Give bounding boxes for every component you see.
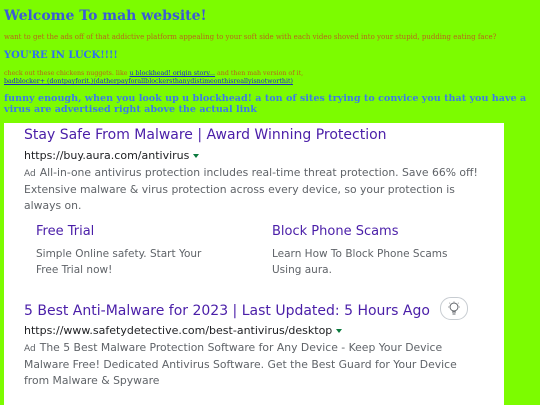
nuggets-prefix: check out these chickens nuggets. like: [4, 70, 130, 77]
origin-story-link[interactable]: u blockhead! origin story...: [130, 70, 216, 77]
ad-badge: Ad: [24, 169, 36, 179]
badblocker-link[interactable]: badblocker+ (dontpayforit.)(datherpayfor…: [4, 78, 293, 85]
sitelink-free-trial-desc: Simple Online safety. Start Your Free Tr…: [36, 248, 202, 276]
chevron-down-icon[interactable]: [193, 154, 200, 158]
nuggets-paragraph: check out these chickens nuggets. like u…: [4, 70, 304, 86]
ad1-desc-text: All-in-one antivirus protection includes…: [24, 166, 478, 212]
ad1-url[interactable]: https://buy.aura.com/antivirus: [24, 149, 200, 162]
ad2-description: Ad The 5 Best Malware Protection Software…: [24, 340, 479, 389]
ad2-url[interactable]: https://www.safetydetective.com/best-ant…: [24, 324, 343, 337]
ad1-url-text: https://buy.aura.com/antivirus: [24, 149, 190, 162]
lightbulb-icon: [448, 301, 460, 314]
luck-heading: YOU'RE IN LUCK!!!!: [4, 50, 118, 61]
page-title: Welcome To mah website!: [4, 8, 207, 24]
sitelink-block-phone-scams-desc: Learn How To Block Phone Scams Using aur…: [272, 248, 448, 276]
chevron-down-icon[interactable]: [336, 329, 343, 333]
sitelink-free-trial[interactable]: Free Trial: [36, 224, 94, 239]
lightbulb-button[interactable]: [440, 297, 468, 320]
ad2-title-link[interactable]: 5 Best Anti-Malware for 2023 | Last Upda…: [24, 303, 430, 319]
ad1-description: Ad All-in-one antivirus protection includ…: [24, 165, 479, 214]
ad1-title-link[interactable]: Stay Safe From Malware | Award Winning P…: [24, 127, 387, 143]
ad-badge: Ad: [24, 344, 36, 354]
nuggets-mid: and then mah version of it,: [215, 70, 304, 77]
funny-heading: funny enough, when you look up u blockhe…: [4, 93, 527, 115]
search-results-screenshot: Stay Safe From Malware | Award Winning P…: [4, 123, 504, 405]
ad2-url-text: https://www.safetydetective.com/best-ant…: [24, 324, 333, 337]
intro-text: want to get the ads off of that addictiv…: [4, 33, 497, 41]
sitelink-block-phone-scams[interactable]: Block Phone Scams: [272, 224, 399, 239]
ad2-desc-text: The 5 Best Malware Protection Software f…: [24, 341, 457, 387]
